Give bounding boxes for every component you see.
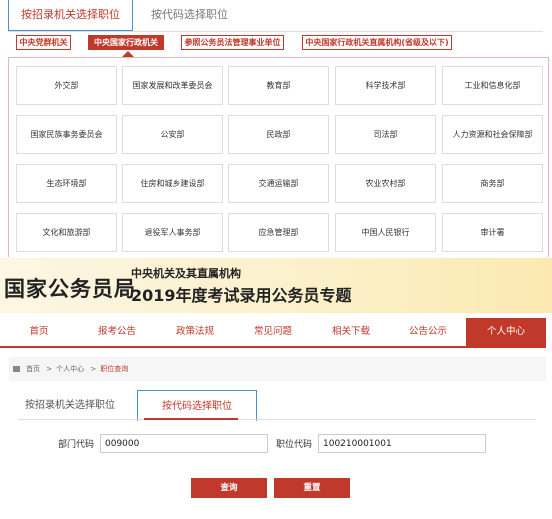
breadcrumb-home[interactable]: 首页 <box>26 365 40 373</box>
home-icon <box>13 366 20 372</box>
position-code-input[interactable] <box>318 434 486 453</box>
filter-central-state-administrative-organs[interactable]: 中央国家行政机关 <box>88 35 164 50</box>
nav-policies[interactable]: 政策法规 <box>156 318 234 346</box>
breadcrumb: 首页 > 个人中心 > 职位查询 <box>9 357 546 381</box>
position-code-label: 职位代码 <box>276 440 313 450</box>
department-cell[interactable]: 教育部 <box>228 66 329 105</box>
department-cell[interactable]: 外交部 <box>16 66 117 105</box>
breadcrumb-current: 职位查询 <box>100 365 129 373</box>
department-cell[interactable]: 生态环境部 <box>16 164 117 203</box>
nav-downloads[interactable]: 相关下载 <box>312 318 390 346</box>
breadcrumb-personal[interactable]: 个人中心 <box>56 365 84 373</box>
nav-faq[interactable]: 常见问题 <box>234 318 312 346</box>
department-cell[interactable]: 国家民族事务委员会 <box>16 115 117 154</box>
department-cell[interactable]: 交通运输部 <box>228 164 329 203</box>
department-cell[interactable]: 人力资源和社会保障部 <box>442 115 543 154</box>
department-cell[interactable]: 公安部 <box>122 115 223 154</box>
banner-subtitle-2: 2019年度考试录用公务员专题 <box>131 286 352 305</box>
filter-central-party-organs[interactable]: 中央党群机关 <box>16 35 71 50</box>
department-cell[interactable]: 工业和信息化部 <box>442 66 543 105</box>
query-button[interactable]: 查询 <box>191 478 267 498</box>
site-title: 国家公务员局 <box>4 277 136 301</box>
tab-divider-lower <box>18 419 536 420</box>
tab-by-organization[interactable]: 按招录机关选择职位 <box>8 0 133 31</box>
department-cell[interactable]: 住房和城乡建设部 <box>122 164 223 203</box>
filter-public-institutions[interactable]: 参照公务员法管理事业单位 <box>181 35 284 50</box>
department-cell[interactable]: 民政部 <box>228 115 329 154</box>
breadcrumb-separator: > <box>90 365 97 373</box>
department-cell[interactable]: 司法部 <box>335 115 436 154</box>
tab-by-organization-lower[interactable]: 按招录机关选择职位 <box>15 390 125 421</box>
nav-personal-center[interactable]: 个人中心 <box>466 318 546 346</box>
active-tab-underline <box>144 418 238 420</box>
nav-notices[interactable]: 公告公示 <box>390 318 466 346</box>
department-cell[interactable]: 退役军人事务部 <box>122 213 223 252</box>
dept-code-label: 部门代码 <box>58 440 95 450</box>
department-cell[interactable]: 科学技术部 <box>335 66 436 105</box>
department-cell[interactable]: 国家发展和改革委员会 <box>122 66 223 105</box>
department-cell[interactable]: 商务部 <box>442 164 543 203</box>
department-cell[interactable]: 应急管理部 <box>228 213 329 252</box>
department-cell[interactable]: 中国人民银行 <box>335 213 436 252</box>
tab-by-code[interactable]: 按代码选择职位 <box>142 0 237 31</box>
department-cell[interactable]: 农业农村部 <box>335 164 436 203</box>
tab-divider <box>8 31 543 32</box>
banner-subtitle-1: 中央机关及其直属机构 <box>131 267 241 280</box>
nav-announcements[interactable]: 报考公告 <box>78 318 156 346</box>
department-cell[interactable]: 审计署 <box>442 213 543 252</box>
nav-home[interactable]: 首页 <box>0 318 78 346</box>
department-cell[interactable]: 文化和旅游部 <box>16 213 117 252</box>
reset-button[interactable]: 重置 <box>274 478 350 498</box>
dept-code-input[interactable] <box>100 434 268 453</box>
tab-by-code-lower[interactable]: 按代码选择职位 <box>137 390 257 421</box>
filter-directly-affiliated-organs[interactable]: 中央国家行政机关直属机构(省级及以下) <box>302 35 452 50</box>
breadcrumb-separator: > <box>46 365 53 373</box>
